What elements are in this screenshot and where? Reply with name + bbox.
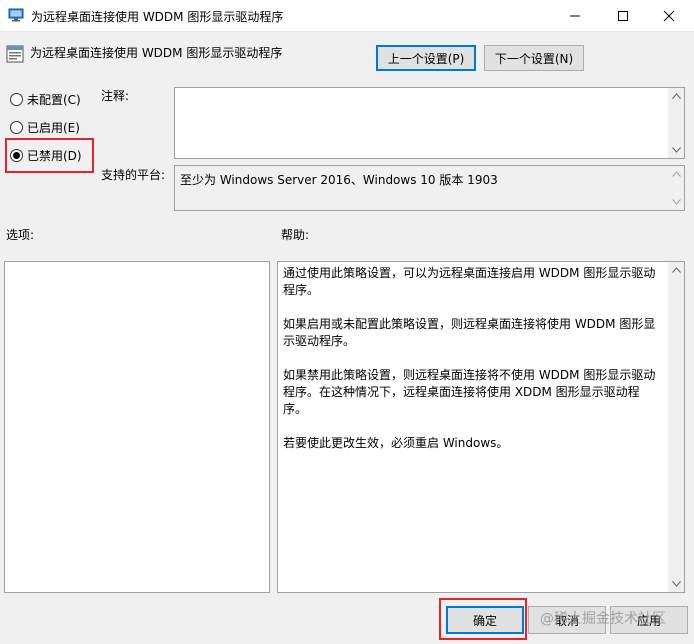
options-label: 选项: <box>6 228 35 242</box>
options-panel <box>4 261 270 593</box>
minimize-icon <box>570 15 580 16</box>
watermark-text: @稀土掘金技术社区 <box>540 611 666 627</box>
radio-enabled[interactable]: 已启用(E) <box>10 119 80 135</box>
help-paragraph: 若要使此更改生效，必须重启 Windows。 <box>283 436 509 450</box>
scroll-down-icon[interactable] <box>671 197 681 207</box>
close-button[interactable] <box>646 0 692 31</box>
title-bar[interactable]: 为远程桌面连接使用 WDDM 图形显示驱动程序 <box>0 0 694 32</box>
maximize-icon <box>618 10 628 21</box>
help-paragraph: 如果禁用此策略设置，则远程桌面连接将不使用 WDDM 图形显示驱动程序。在这种情… <box>283 368 656 416</box>
supported-platform-field: 至少为 Windows Server 2016、Windows 10 版本 19… <box>174 165 685 211</box>
scroll-down-icon[interactable] <box>671 145 681 155</box>
help-text: 通过使用此策略设置，可以为远程桌面连接启用 WDDM 图形显示驱动程序。 如果启… <box>283 265 663 469</box>
radio-label: 已启用(E) <box>27 120 80 135</box>
help-paragraph: 通过使用此策略设置，可以为远程桌面连接启用 WDDM 图形显示驱动程序。 <box>283 266 656 297</box>
radio-label: 未配置(C) <box>27 92 81 107</box>
previous-setting-button[interactable]: 上一个设置(P) <box>376 45 476 71</box>
radio-not-configured[interactable]: 未配置(C) <box>10 91 81 107</box>
supported-scrollbar[interactable] <box>668 166 684 210</box>
next-setting-button[interactable]: 下一个设置(N) <box>484 45 584 71</box>
policy-settings-icon <box>6 45 24 63</box>
scroll-up-icon[interactable] <box>671 91 681 101</box>
scroll-down-icon[interactable] <box>671 579 681 589</box>
maximize-button[interactable] <box>600 0 646 31</box>
supported-platform-label: 支持的平台: <box>101 168 166 182</box>
policy-name: 为远程桌面连接使用 WDDM 图形显示驱动程序 <box>30 46 283 60</box>
supported-platform-value: 至少为 Windows Server 2016、Windows 10 版本 19… <box>180 173 498 187</box>
radio-circle[interactable] <box>10 92 23 106</box>
help-panel[interactable]: 通过使用此策略设置，可以为远程桌面连接启用 WDDM 图形显示驱动程序。 如果启… <box>277 261 685 593</box>
close-icon <box>663 10 675 21</box>
scroll-up-icon[interactable] <box>671 169 681 179</box>
highlight-box-disabled <box>5 138 94 173</box>
minimize-button[interactable] <box>552 0 598 31</box>
comment-scrollbar[interactable] <box>668 88 684 158</box>
highlight-box-ok <box>439 598 527 640</box>
help-label: 帮助: <box>281 228 310 242</box>
help-scrollbar[interactable] <box>668 262 684 592</box>
comment-label: 注释: <box>101 89 130 103</box>
comment-textarea[interactable] <box>174 87 685 159</box>
scroll-up-icon[interactable] <box>671 265 681 275</box>
remote-desktop-icon <box>8 8 24 22</box>
window-title: 为远程桌面连接使用 WDDM 图形显示驱动程序 <box>31 10 284 24</box>
radio-circle[interactable] <box>10 120 23 134</box>
help-paragraph: 如果启用或未配置此策略设置，则远程桌面连接将使用 WDDM 图形显示驱动程序。 <box>283 317 656 348</box>
